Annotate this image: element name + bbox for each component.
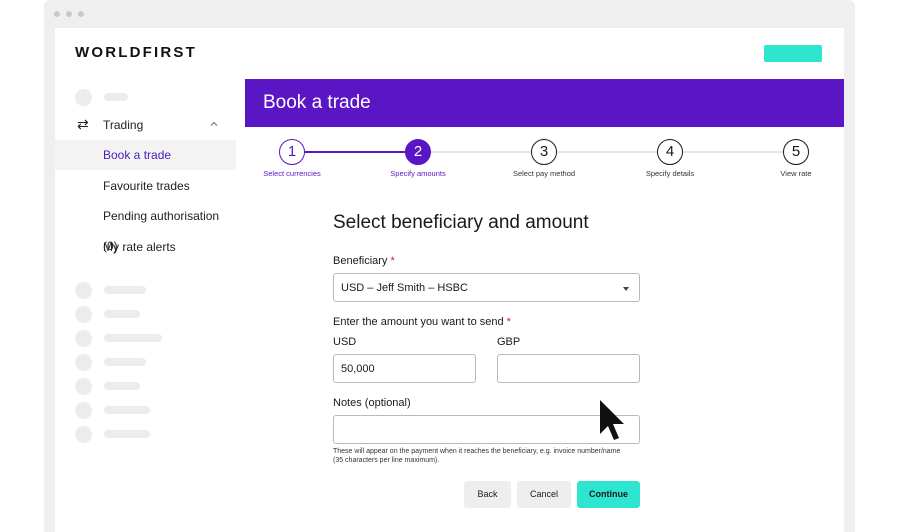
back-button[interactable]: Back: [464, 481, 511, 508]
skeleton-nav-label: [104, 430, 150, 438]
beneficiary-select[interactable]: USD – Jeff Smith – HSBC: [333, 273, 640, 302]
beneficiary-select-value: USD – Jeff Smith – HSBC: [341, 282, 468, 294]
beneficiary-label: Beneficiary *: [333, 255, 395, 267]
mouse-pointer-icon: [600, 400, 624, 440]
sidebar-item-pending-authorisation[interactable]: Pending authorisation (0): [55, 201, 236, 253]
step-1-label: Select currencies: [263, 169, 321, 178]
step-3-circle: 3: [531, 139, 557, 165]
beneficiary-label-text: Beneficiary: [333, 255, 388, 267]
skeleton-nav-icon: [75, 306, 92, 323]
header-action-button[interactable]: [764, 45, 822, 62]
skeleton-nav-icon: [75, 402, 92, 419]
step-3-label: Select pay method: [512, 169, 576, 178]
skeleton-nav-label: [104, 286, 146, 294]
sidebar-group-label: Trading: [103, 118, 144, 132]
window-dot-minimize[interactable]: [66, 11, 72, 17]
sidebar-item-book-a-trade[interactable]: Book a trade: [55, 140, 236, 170]
stepper-track-line: [431, 151, 783, 153]
sidebar-item-favourite-trades[interactable]: Favourite trades: [55, 171, 236, 201]
skeleton-nav-label: [104, 358, 146, 366]
notes-helper-text: These will appear on the payment when it…: [333, 448, 621, 464]
step-1-circle[interactable]: 1: [279, 139, 305, 165]
stepper-progress-line: [305, 151, 406, 153]
skeleton-nav-label: [104, 382, 140, 390]
swap-arrows-icon: ⇄: [77, 116, 89, 132]
skeleton-nav-label: [104, 310, 140, 318]
sidebar-item-my-rate-alerts[interactable]: My rate alerts: [55, 232, 236, 262]
required-mark: *: [506, 316, 511, 328]
gbp-amount-input[interactable]: [497, 354, 640, 383]
cancel-button[interactable]: Cancel: [517, 481, 571, 508]
amount-label: Enter the amount you want to send *: [333, 316, 511, 328]
dropdown-arrow-icon: [623, 287, 629, 291]
continue-button[interactable]: Continue: [577, 481, 640, 508]
notes-input[interactable]: [333, 415, 640, 444]
window-dot-close[interactable]: [54, 11, 60, 17]
brand-logo[interactable]: WORLDFIRST: [75, 44, 197, 61]
skeleton-nav-icon: [75, 354, 92, 371]
notes-label: Notes (optional): [333, 397, 411, 409]
step-5-label: View rate: [780, 169, 812, 178]
step-2-label: Specify amounts: [390, 169, 446, 178]
step-4-label: Specify details: [645, 169, 695, 178]
page-title: Book a trade: [263, 92, 371, 113]
usd-currency-label: USD: [333, 336, 357, 348]
usd-amount-input[interactable]: [333, 354, 476, 383]
gbp-currency-label: GBP: [497, 336, 521, 348]
skeleton-nav-icon: [75, 426, 92, 443]
step-4-circle: 4: [657, 139, 683, 165]
skeleton-nav-icon: [75, 330, 92, 347]
form-title: Select beneficiary and amount: [333, 212, 589, 233]
skeleton-nav-icon: [75, 378, 92, 395]
amount-label-text: Enter the amount you want to send: [333, 316, 504, 328]
step-2-circle[interactable]: 2: [405, 139, 431, 165]
skeleton-nav-label: [104, 93, 128, 101]
step-5-circle: 5: [783, 139, 809, 165]
skeleton-nav-icon: [75, 89, 92, 106]
window-dot-maximize[interactable]: [78, 11, 84, 17]
skeleton-nav-label: [104, 406, 150, 414]
required-mark: *: [390, 255, 395, 267]
page-banner: Book a trade: [245, 79, 844, 127]
sidebar-group-trading[interactable]: ⇄ Trading: [55, 113, 236, 137]
chevron-up-icon: [210, 121, 218, 126]
skeleton-nav-label: [104, 334, 162, 342]
skeleton-nav-icon: [75, 282, 92, 299]
